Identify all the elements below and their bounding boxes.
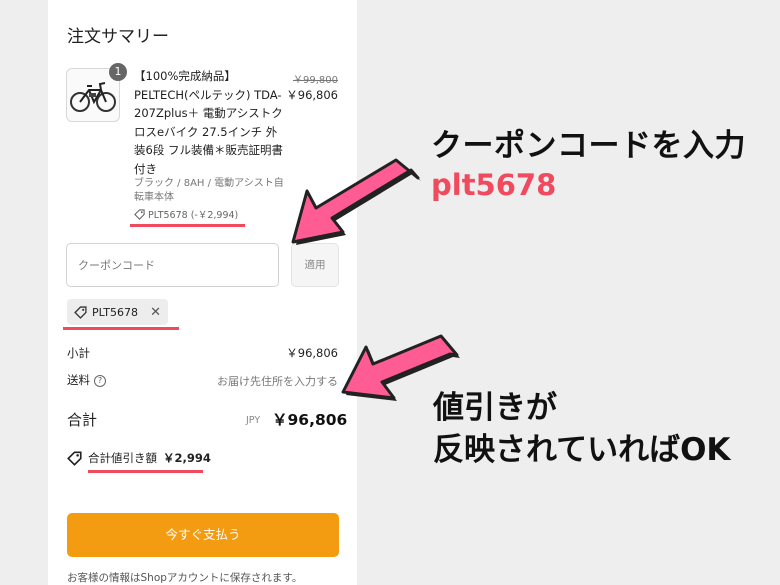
- annotation-arrows: [291, 158, 460, 401]
- annotation-discount-line2: 反映されていればOK: [433, 432, 731, 468]
- arrow-icon: [291, 158, 421, 245]
- annotation-discount-line1: 値引きが: [433, 390, 557, 426]
- annotation-coupon-code: plt5678: [431, 168, 557, 202]
- annotation-coupon-instruction: クーポンコードを入力: [431, 128, 746, 164]
